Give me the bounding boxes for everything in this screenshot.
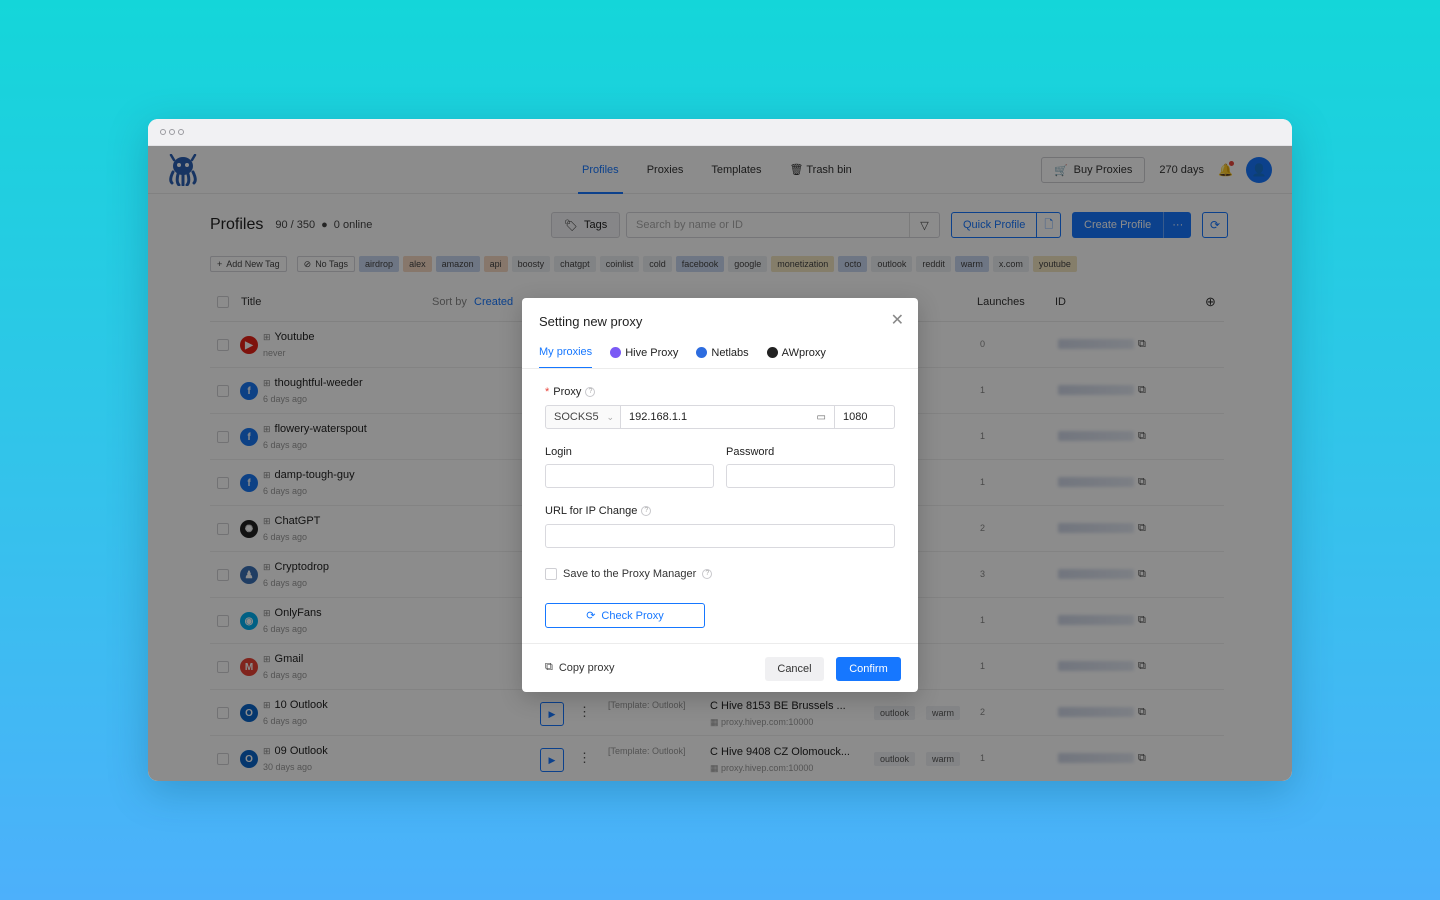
proxy-modal: Setting new proxy ✕ My proxies Hive Prox… xyxy=(522,298,918,692)
proxy-label-text: Proxy xyxy=(553,386,582,398)
copy-proxy-button[interactable]: ⧉ Copy proxy xyxy=(545,661,615,674)
tab-hive-proxy[interactable]: Hive Proxy xyxy=(610,342,678,369)
ip-change-url-label: URL for IP Change ? xyxy=(545,505,652,517)
copy-proxy-label: Copy proxy xyxy=(558,661,615,674)
close-icon[interactable]: ✕ xyxy=(891,310,904,330)
login-label: Login xyxy=(545,446,572,458)
proxy-type-select[interactable]: SOCKS5 ⌄ xyxy=(545,405,621,429)
chevron-down-icon: ⌄ xyxy=(606,411,614,422)
cancel-button[interactable]: Cancel xyxy=(765,657,824,681)
window-maximize-dot[interactable] xyxy=(178,129,184,135)
tab-netlabs[interactable]: Netlabs xyxy=(696,342,749,369)
proxy-host-value: 192.168.1.1 xyxy=(629,411,688,423)
tab-awproxy[interactable]: AWproxy xyxy=(766,342,826,369)
reload-icon: ⟳ xyxy=(586,610,596,622)
check-proxy-label: Check Proxy xyxy=(601,609,664,622)
ip-change-url-label-text: URL for IP Change xyxy=(545,505,638,517)
tab-netlabs-label: Netlabs xyxy=(711,346,749,359)
proxy-provider-tabs: My proxies Hive Proxy Netlabs AWproxy xyxy=(539,342,918,369)
save-to-proxy-manager-checkbox[interactable] xyxy=(545,568,557,580)
netlabs-icon xyxy=(696,347,708,358)
proxy-input-group: SOCKS5 ⌄ 192.168.1.1 ▭ 1080 xyxy=(545,405,895,429)
modal-title: Setting new proxy xyxy=(539,314,643,329)
save-to-proxy-manager[interactable]: Save to the Proxy Manager ? xyxy=(545,568,713,580)
app-body: Profiles Proxies Templates 🗑 Trash bin 🛒… xyxy=(148,146,1292,781)
confirm-button[interactable]: Confirm xyxy=(836,657,901,681)
password-input[interactable] xyxy=(726,464,895,488)
ip-change-url-input[interactable] xyxy=(545,524,895,548)
proxy-field-label: * Proxy ? xyxy=(545,386,596,398)
tab-awproxy-label: AWproxy xyxy=(781,346,826,359)
tabs-divider xyxy=(522,368,918,369)
paste-icon[interactable]: ▭ xyxy=(817,412,826,423)
save-to-proxy-manager-label: Save to the Proxy Manager xyxy=(563,568,697,580)
help-icon[interactable]: ? xyxy=(702,569,713,579)
proxy-port-input[interactable]: 1080 xyxy=(835,405,895,429)
window-titlebar xyxy=(148,119,1292,146)
app-window: Profiles Proxies Templates 🗑 Trash bin 🛒… xyxy=(148,119,1292,781)
awproxy-icon xyxy=(766,347,778,358)
required-marker: * xyxy=(545,386,550,398)
help-icon[interactable]: ? xyxy=(641,506,652,516)
tab-my-proxies-label: My proxies xyxy=(539,345,593,358)
password-label: Password xyxy=(726,446,775,458)
tab-my-proxies[interactable]: My proxies xyxy=(539,342,593,369)
copy-icon: ⧉ xyxy=(545,661,553,673)
help-icon[interactable]: ? xyxy=(585,387,596,397)
proxy-type-value: SOCKS5 xyxy=(554,411,599,423)
window-close-dot[interactable] xyxy=(160,129,166,135)
proxy-port-value: 1080 xyxy=(843,411,868,423)
modal-footer: ⧉ Copy proxy Cancel Confirm xyxy=(522,643,918,692)
login-input[interactable] xyxy=(545,464,714,488)
proxy-host-input[interactable]: 192.168.1.1 ▭ xyxy=(621,405,835,429)
hive-proxy-icon xyxy=(610,347,622,358)
window-minimize-dot[interactable] xyxy=(169,129,175,135)
check-proxy-button[interactable]: ⟳ Check Proxy xyxy=(545,603,705,628)
tab-hive-proxy-label: Hive Proxy xyxy=(625,346,679,359)
